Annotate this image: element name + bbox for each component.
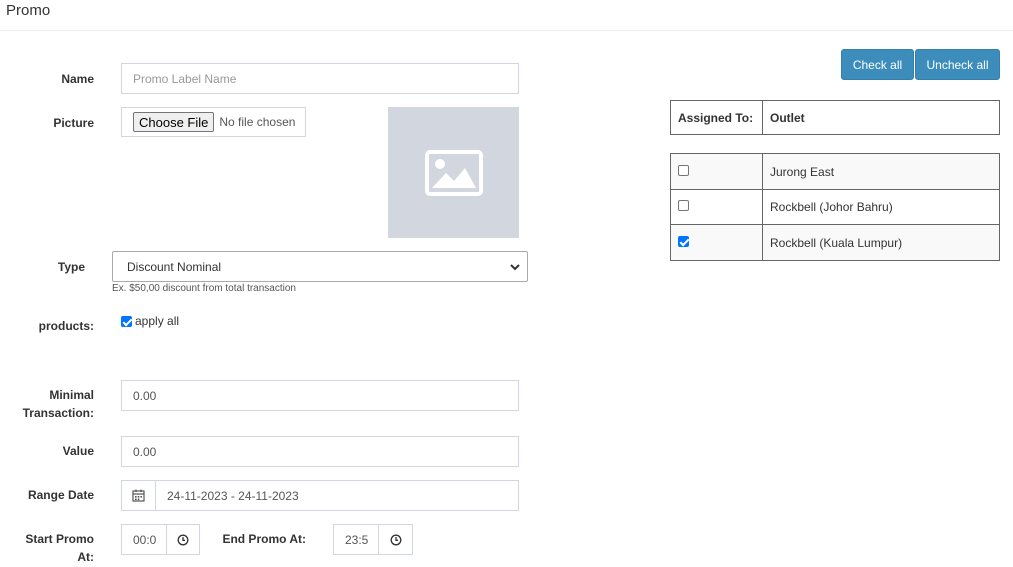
- table-row: Jurong East: [670, 153, 1000, 190]
- table-row: Rockbell (Johor Bahru): [670, 189, 1000, 225]
- outlet-checkbox-kuala-lumpur[interactable]: [678, 235, 689, 247]
- check-all-button[interactable]: Check all: [841, 49, 914, 80]
- type-select[interactable]: Discount Nominal: [112, 251, 528, 282]
- title-divider: [0, 30, 1013, 31]
- products-label: products:: [38, 319, 94, 333]
- clock-icon: [177, 534, 189, 545]
- start-clock-addon[interactable]: [166, 524, 200, 555]
- table-row: Rockbell (Kuala Lumpur): [670, 224, 1000, 261]
- apply-all-control[interactable]: apply all: [121, 314, 179, 328]
- start-promo-label: Start Promo At:: [10, 530, 94, 566]
- choose-file-button[interactable]: Choose File: [133, 112, 215, 132]
- outlet-check-cell: [670, 224, 763, 261]
- start-promo-time-input[interactable]: 00:0: [121, 524, 167, 555]
- clock-icon: [390, 534, 401, 545]
- outlet-checkbox-johor-bahru[interactable]: [678, 200, 689, 211]
- calendar-icon: [132, 489, 145, 502]
- start-promo-label-line2: At:: [77, 550, 94, 564]
- picture-file-input[interactable]: Choose File No file chosen: [121, 107, 306, 137]
- outlet-table: Jurong East Rockbell (Johor Bahru) Rockb…: [670, 153, 1000, 261]
- minimal-transaction-label-line1: Minimal: [49, 388, 94, 402]
- assign-header-table: Assigned To: Outlet: [670, 100, 1000, 135]
- calendar-addon[interactable]: [121, 480, 156, 511]
- value-label: Value: [62, 444, 94, 458]
- outlet-header: Outlet: [762, 100, 1000, 135]
- end-clock-addon[interactable]: [378, 524, 413, 555]
- outlet-name: Jurong East: [762, 153, 1000, 190]
- picture-preview: [388, 107, 519, 238]
- start-promo-label-line1: Start Promo: [25, 532, 94, 546]
- end-promo-label: End Promo At:: [222, 532, 306, 546]
- end-promo-time-input[interactable]: 23:5: [333, 524, 379, 555]
- minimal-transaction-input[interactable]: 0.00: [121, 380, 519, 411]
- type-help-text: Ex. $50,00 discount from total transacti…: [112, 283, 296, 294]
- range-date-input[interactable]: 24-11-2023 - 24-11-2023: [155, 480, 519, 511]
- minimal-transaction-label: Minimal Transaction:: [10, 386, 94, 422]
- range-date-label: Range Date: [27, 488, 94, 502]
- outlet-check-cell: [670, 153, 763, 190]
- outlet-name: Rockbell (Johor Bahru): [762, 189, 1000, 225]
- chevron-down-icon: [510, 264, 520, 271]
- outlet-check-cell: [670, 189, 763, 225]
- outlet-checkbox-jurong-east[interactable]: [678, 164, 689, 176]
- assigned-to-header: Assigned To:: [670, 100, 763, 135]
- apply-all-label: apply all: [135, 314, 180, 328]
- type-selected-value: Discount Nominal: [127, 259, 222, 274]
- type-label: Type: [57, 260, 85, 274]
- value-input[interactable]: 0.00: [121, 436, 519, 467]
- minimal-transaction-label-line2: Transaction:: [22, 406, 94, 420]
- name-label: Name: [61, 72, 94, 86]
- page-title: Promo: [6, 2, 51, 19]
- apply-all-checkbox[interactable]: [121, 315, 132, 327]
- outlet-name: Rockbell (Kuala Lumpur): [762, 224, 1000, 261]
- name-input[interactable]: Promo Label Name: [121, 63, 519, 94]
- image-placeholder-icon: [424, 149, 483, 196]
- uncheck-all-button[interactable]: Uncheck all: [915, 49, 1000, 80]
- picture-label: Picture: [53, 116, 94, 130]
- file-status-text: No file chosen: [219, 115, 296, 129]
